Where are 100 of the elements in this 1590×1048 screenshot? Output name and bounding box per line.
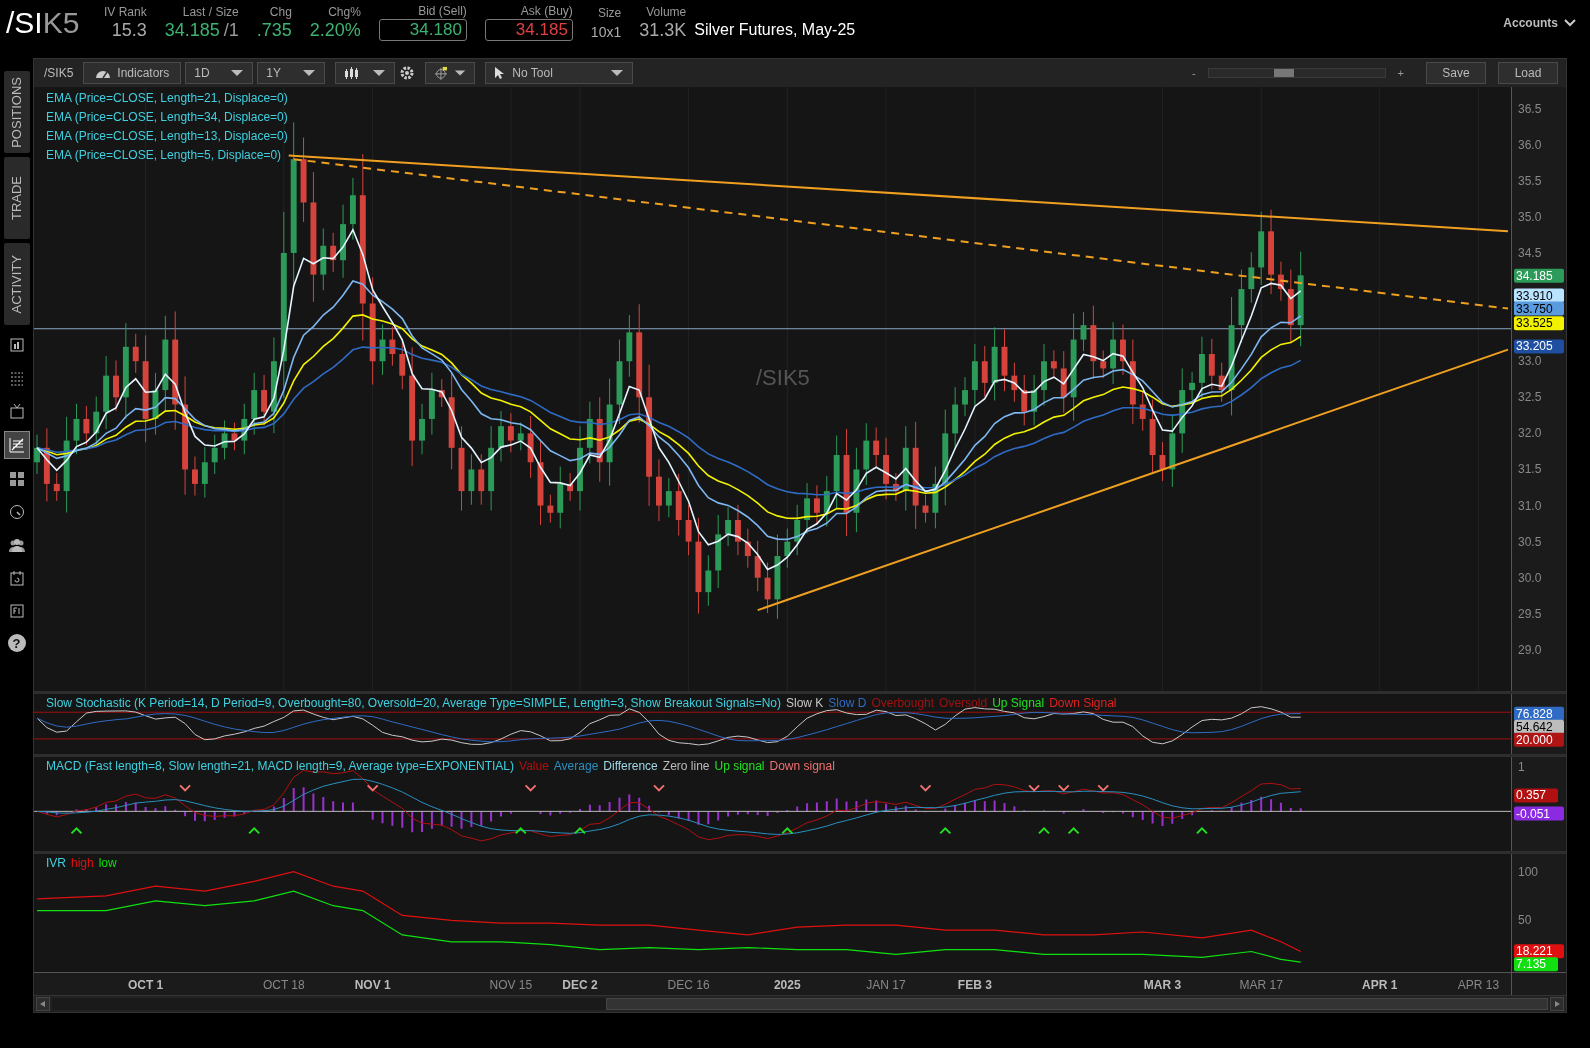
date-label: APR 13	[1457, 978, 1500, 992]
study-label[interactable]: IVR	[46, 856, 66, 870]
chart-symbol: /SIK5	[43, 66, 75, 80]
cursor-icon	[494, 66, 505, 80]
down-signal-icon	[1097, 784, 1110, 792]
save-button[interactable]: Save	[1426, 62, 1486, 84]
gauge-icon	[8, 504, 25, 520]
axis-tick-label: 32.5	[1518, 390, 1542, 405]
zoom-slider[interactable]	[1207, 68, 1386, 78]
study-label[interactable]: EMA (Price=CLOSE, Length=5, Displace=0)	[46, 148, 288, 162]
aggregation-dropdown[interactable]: 1D	[185, 62, 254, 84]
quote-size: /1	[223, 19, 239, 41]
down-signal-icon	[1057, 784, 1070, 792]
quote-label: Last / Size	[182, 4, 239, 19]
quote-label: Chg%	[328, 4, 361, 19]
price-tag: -0.051	[1514, 806, 1564, 821]
scrollbar-thumb[interactable]	[605, 998, 1548, 1010]
legend-label: Overbought	[871, 696, 935, 710]
down-signal-icon	[179, 784, 192, 792]
price-tag: 33.525	[1514, 316, 1564, 331]
drawing-tool-dropdown[interactable]: No Tool	[485, 62, 634, 84]
axis-tick-label: 31.0	[1518, 498, 1542, 513]
triangle-right-icon	[1554, 1001, 1560, 1007]
study-label[interactable]: MACD (Fast length=8, Slow length=21, MACD length=9, Average type=EXPONENTIAL)	[46, 759, 514, 773]
legend-label: low	[98, 856, 117, 870]
candles-icon	[344, 67, 361, 79]
legend-label: Up Signal	[992, 696, 1045, 710]
down-signal-icon	[1028, 784, 1041, 792]
study-label[interactable]: EMA (Price=CLOSE, Length=34, Displace=0)	[46, 110, 288, 124]
calendar-icon	[8, 570, 25, 586]
range-dropdown[interactable]: 1Y	[257, 62, 326, 84]
quote-value[interactable]: 34.185	[484, 19, 573, 41]
up-signal-icon	[574, 826, 586, 835]
quote-value: 34.185	[164, 19, 220, 41]
date-label: FEB 3	[957, 978, 992, 992]
help-icon[interactable]: ?	[7, 634, 26, 652]
accounts-menu[interactable]: Accounts	[1495, 11, 1584, 34]
legend-label: Down signal	[769, 759, 835, 773]
date-label: JAN 17	[866, 978, 906, 992]
date-label: 2025	[773, 978, 801, 992]
date-label: APR 1	[1362, 978, 1398, 992]
price-tag: 34.185	[1514, 268, 1564, 283]
indicators-button[interactable]: Indicators	[83, 62, 182, 84]
legend-label: Up signal	[714, 759, 765, 773]
legend-label: Down Signal	[1049, 696, 1117, 710]
price-tag: 33.205	[1514, 339, 1564, 354]
grid-icon	[8, 471, 25, 487]
slider-thumb[interactable]	[1274, 69, 1295, 77]
side-tab[interactable]: POSITIONS	[3, 71, 30, 153]
load-button[interactable]: Load	[1498, 62, 1558, 84]
sidebar-tool[interactable]	[3, 431, 30, 459]
price-tag: 18.221	[1514, 944, 1564, 959]
up-signal-icon	[939, 826, 952, 835]
scroll-right-button[interactable]	[1550, 997, 1564, 1011]
date-label: NOV 15	[489, 978, 533, 992]
quote-label: Size	[597, 5, 622, 20]
quote-value: 31.3K	[639, 19, 687, 41]
up-signal-icon	[70, 826, 83, 835]
study-label[interactable]: EMA (Price=CLOSE, Length=21, Displace=0)	[46, 91, 288, 105]
drawing-dropdown[interactable]	[425, 62, 476, 84]
legend-label: Slow D	[828, 696, 867, 710]
axis-tick-label: 29.5	[1518, 606, 1542, 621]
crosshair-icon	[434, 65, 449, 81]
legend-label: Average	[553, 759, 599, 773]
axis-tick-label: 31.5	[1518, 462, 1542, 477]
up-signal-icon	[781, 826, 794, 835]
caret-icon	[610, 69, 625, 77]
up-signal-icon	[514, 826, 527, 835]
up-signal-icon	[248, 826, 261, 835]
price-tag: 33.910	[1514, 288, 1564, 303]
axis-tick-label: 100	[1518, 864, 1539, 879]
study-label[interactable]: EMA (Price=CLOSE, Length=13, Displace=0)	[46, 129, 288, 143]
study-label[interactable]: Slow Stochastic (K Period=14, D Period=9, Overbought=80, Oversold=20, Average Type=SIMPLE, Length=3, Show Breakout Signals=No)	[46, 696, 781, 710]
zoom-in-button[interactable]: +	[1397, 67, 1404, 79]
price-tag: 0.357	[1514, 788, 1558, 803]
axis-tick-label: 35.5	[1518, 173, 1542, 188]
axis-tick-label: 34.5	[1518, 245, 1542, 260]
axis-tick-label: 50	[1518, 913, 1532, 928]
date-label: DEC 16	[667, 978, 710, 992]
side-tab[interactable]: ACTIVITY	[3, 243, 30, 325]
quote-value: 15.3	[111, 19, 147, 41]
list-icon	[8, 370, 25, 386]
caret-icon	[302, 69, 317, 77]
side-tab[interactable]: TRADE	[3, 157, 30, 239]
down-signal-icon	[524, 784, 537, 792]
date-label: OCT 18	[262, 978, 305, 992]
axis-tick-label: 30.5	[1518, 534, 1542, 549]
settings-icon[interactable]	[399, 65, 416, 81]
quote-value[interactable]: 34.180	[378, 19, 467, 41]
scroll-left-button[interactable]	[36, 997, 50, 1011]
caret-icon	[372, 69, 387, 77]
zoom-out-button[interactable]: -	[1191, 67, 1196, 79]
chart-style-dropdown[interactable]	[335, 62, 396, 84]
quote-label: Chg	[269, 4, 292, 19]
down-signal-icon	[919, 784, 932, 792]
symbol-title: /SIK5	[6, 5, 81, 40]
quote-label: Ask (Buy)	[520, 4, 573, 18]
price-tag: 7.135	[1514, 957, 1558, 972]
axis-tick-label: 36.5	[1518, 101, 1542, 116]
legend-label: high	[71, 856, 94, 870]
